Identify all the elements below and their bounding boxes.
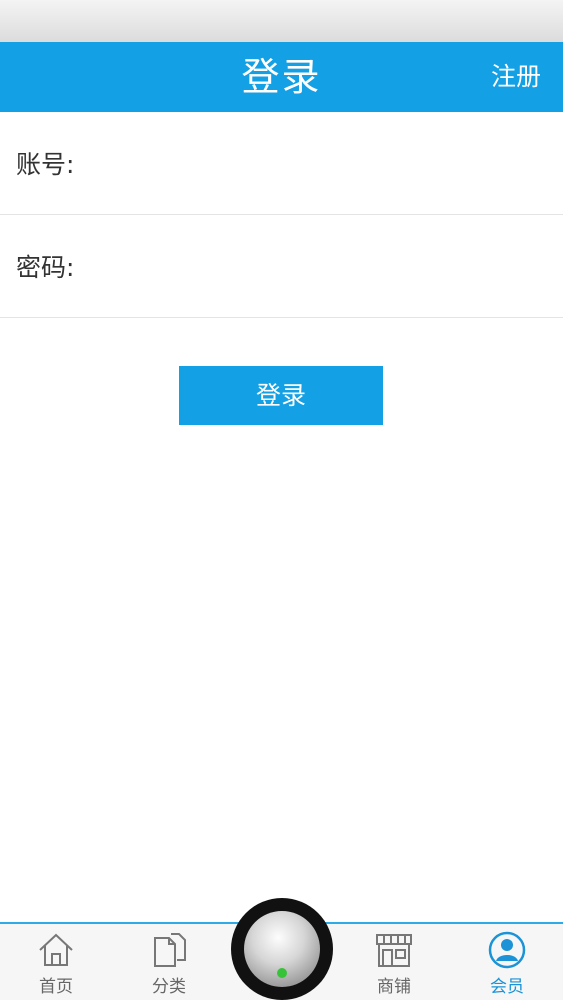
tab-member[interactable]: 会员: [467, 930, 547, 1000]
category-icon: [154, 933, 186, 967]
tab-shop-label: 商铺: [377, 977, 411, 997]
tab-shop[interactable]: 商铺: [354, 930, 434, 1000]
password-row: 密码:: [0, 215, 563, 318]
page-title: 登录: [241, 55, 322, 99]
indicator-dot: [277, 968, 287, 978]
account-row: 账号:: [0, 112, 563, 215]
tab-category[interactable]: 分类: [129, 930, 209, 1000]
center-knob-button[interactable]: [231, 898, 333, 1000]
login-button[interactable]: 登录: [179, 366, 383, 425]
status-bar: [0, 0, 563, 42]
shop-icon: [376, 934, 412, 967]
account-input[interactable]: [82, 132, 547, 194]
password-input[interactable]: [82, 235, 547, 297]
header-bar: 登录 注册: [0, 42, 563, 112]
tab-home-label: 首页: [39, 977, 73, 997]
tab-member-label: 会员: [490, 977, 524, 997]
tab-home[interactable]: 首页: [16, 930, 96, 1000]
login-form: 账号: 密码:: [0, 112, 563, 318]
account-label: 账号:: [16, 150, 75, 179]
member-icon: [488, 931, 526, 969]
tab-category-label: 分类: [152, 977, 186, 997]
password-label: 密码:: [16, 253, 75, 282]
register-link[interactable]: 注册: [491, 42, 541, 112]
home-icon: [39, 933, 73, 966]
